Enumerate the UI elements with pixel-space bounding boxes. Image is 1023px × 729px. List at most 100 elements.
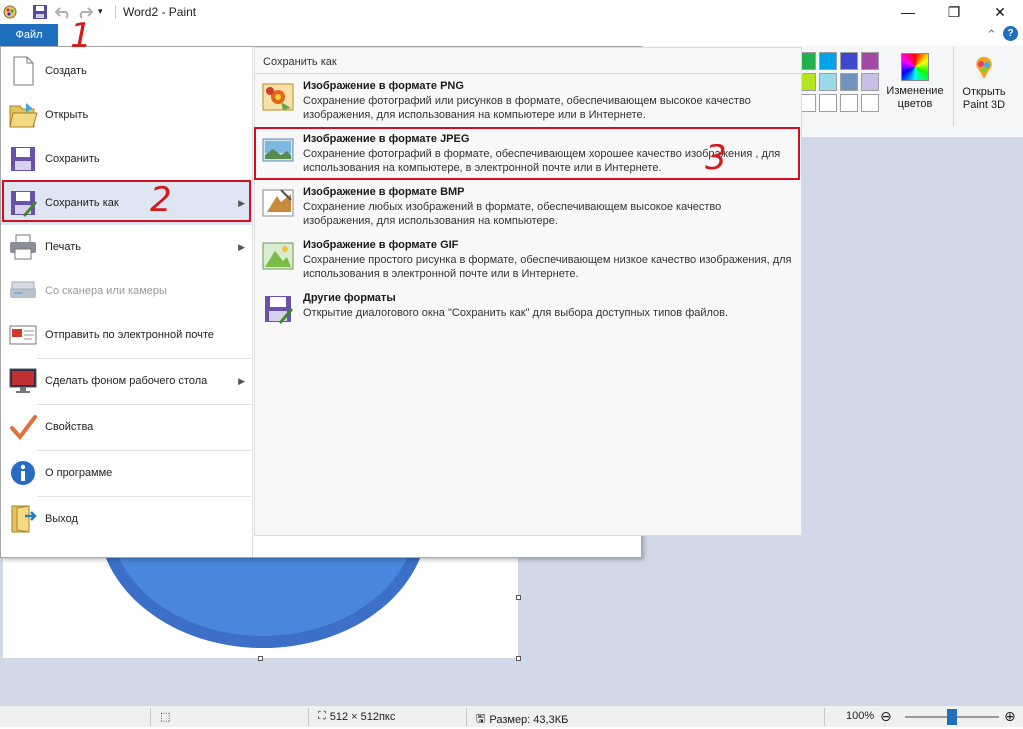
checkmark-icon xyxy=(7,411,39,443)
save-icon[interactable] xyxy=(32,4,48,20)
color-swatch[interactable] xyxy=(840,94,858,112)
format-description: Открытие диалогового окна "Сохранить как… xyxy=(303,307,729,319)
format-description: Сохранение фотографий или рисунков в фор… xyxy=(303,95,751,121)
menu-item-exit[interactable]: Выход xyxy=(1,497,253,541)
scanner-icon xyxy=(7,275,39,307)
ribbon-tab-bar xyxy=(0,24,1023,46)
minimize-button[interactable]: — xyxy=(885,0,931,24)
customize-dropdown-icon[interactable]: ▾ xyxy=(98,6,114,22)
menu-item-label: Отправить по электронной почте xyxy=(45,329,214,341)
paint-app-icon[interactable] xyxy=(2,4,18,20)
color-palette xyxy=(798,52,884,122)
menu-item-label: Выход xyxy=(45,513,78,525)
color-swatch[interactable] xyxy=(861,52,879,70)
file-menu: Создать Открыть Сохранить Сохранить как … xyxy=(0,46,803,558)
close-button[interactable]: ✕ xyxy=(977,0,1023,24)
status-separator xyxy=(150,708,151,726)
format-title: Изображение в формате PNG xyxy=(303,80,464,92)
menu-item-new[interactable]: Создать xyxy=(1,49,253,93)
color-swatch[interactable] xyxy=(819,94,837,112)
printer-icon xyxy=(7,231,39,263)
color-swatch[interactable] xyxy=(819,73,837,91)
zoom-in-button[interactable]: ⊕ xyxy=(1004,708,1016,725)
color-swatch[interactable] xyxy=(819,52,837,70)
resize-handle-bottom[interactable] xyxy=(258,656,263,661)
color-swatch[interactable] xyxy=(840,52,858,70)
zoom-slider-thumb[interactable] xyxy=(947,709,957,725)
color-wheel-icon xyxy=(901,53,929,81)
undo-icon[interactable] xyxy=(54,4,71,20)
color-swatch[interactable] xyxy=(840,73,858,91)
title-bar: ▾ Word2 - Paint — ❐ ✕ xyxy=(0,0,1023,24)
title-separator xyxy=(115,5,116,19)
menu-item-label: Печать xyxy=(45,241,82,253)
paint3d-icon xyxy=(970,54,998,82)
bmp-format-icon xyxy=(261,186,295,220)
help-icon[interactable]: ? xyxy=(1003,26,1018,41)
edit-colors-label: Изменение цветов xyxy=(886,85,944,110)
menu-item-scanner[interactable]: Со сканера или камеры xyxy=(1,269,253,313)
color-swatch[interactable] xyxy=(861,94,879,112)
submenu-arrow-icon: ▶ xyxy=(238,375,245,386)
resize-handle-right[interactable] xyxy=(516,595,521,600)
zoom-level: 100% xyxy=(846,710,875,722)
maximize-button[interactable]: ❐ xyxy=(931,0,977,24)
window-title: Word2 - Paint xyxy=(123,5,197,19)
resize-handle-corner[interactable] xyxy=(516,656,521,661)
other-formats-icon xyxy=(261,292,295,326)
menu-item-email[interactable]: Отправить по электронной почте xyxy=(1,313,253,357)
format-option-other[interactable]: Другие форматы Открытие диалогового окна … xyxy=(261,288,797,340)
zoom-out-button[interactable]: ⊖ xyxy=(880,708,892,725)
format-description: Сохранение простого рисунка в формате, о… xyxy=(303,254,792,280)
menu-item-label: Сделать фоном рабочего стола xyxy=(45,375,208,387)
info-icon xyxy=(7,457,39,489)
menu-item-label: Со сканера или камеры xyxy=(45,285,167,297)
gif-format-icon xyxy=(261,239,295,273)
menu-item-about[interactable]: О программе xyxy=(1,451,253,495)
email-icon xyxy=(7,319,39,351)
image-dimensions: ⛶ 512 × 512пкс xyxy=(318,710,395,723)
menu-item-properties[interactable]: Свойства xyxy=(1,405,253,449)
format-description: Сохранение любых изображений в формате, … xyxy=(303,201,722,227)
format-option-bmp[interactable]: Изображение в формате BMP Сохранение любы… xyxy=(261,182,797,234)
open-paint3d-button[interactable]: Открыть Paint 3D xyxy=(955,50,1013,132)
save-as-panel: Сохранить как Изображение в формате PNG С… xyxy=(254,47,803,536)
dimensions-icon: ⛶ xyxy=(318,710,326,722)
format-title: Изображение в формате GIF xyxy=(303,239,459,251)
submenu-arrow-icon: ▶ xyxy=(238,241,245,252)
menu-item-save[interactable]: Сохранить xyxy=(1,137,253,181)
status-separator xyxy=(308,708,309,726)
status-separator xyxy=(466,708,467,726)
annotation-step-2: 2 xyxy=(150,180,172,220)
edit-colors-button[interactable]: Изменение цветов xyxy=(880,50,950,132)
chevron-up-icon[interactable]: ⌃ xyxy=(986,27,997,43)
annotation-step-3: 3 xyxy=(705,138,727,178)
menu-item-open[interactable]: Открыть xyxy=(1,93,253,137)
annotation-box-save-as xyxy=(2,180,251,222)
color-swatch[interactable] xyxy=(861,73,879,91)
ribbon-separator xyxy=(953,46,954,126)
save-as-heading: Сохранить как xyxy=(255,48,803,74)
format-option-gif[interactable]: Изображение в формате GIF Сохранение прос… xyxy=(261,235,797,287)
menu-item-label: Свойства xyxy=(45,421,94,433)
status-bar: ⬚ ⛶ 512 × 512пкс 🖫 Размер: 43,3КБ 100% ⊖ ⊕ xyxy=(0,705,1023,727)
format-title: Изображение в формате BMP xyxy=(303,186,465,198)
annotation-step-1: 1 xyxy=(70,16,92,56)
status-separator xyxy=(824,708,825,726)
format-option-png[interactable]: Изображение в формате PNG Сохранение фото… xyxy=(261,76,797,128)
file-tab[interactable]: Файл xyxy=(0,24,58,46)
menu-item-label: Сохранить xyxy=(45,153,100,165)
selection-size-icon: ⬚ xyxy=(160,711,171,723)
menu-item-print[interactable]: Печать ▶ xyxy=(1,225,253,269)
open-paint3d-label: Открыть Paint 3D xyxy=(962,86,1006,111)
open-folder-icon xyxy=(7,99,39,131)
file-size: 🖫 Размер: 43,3КБ xyxy=(476,710,568,729)
save-icon xyxy=(7,143,39,175)
menu-item-label: О программе xyxy=(45,467,113,479)
file-size-text: Размер: 43,3КБ xyxy=(489,713,569,726)
menu-item-label: Открыть xyxy=(45,109,89,121)
png-format-icon xyxy=(261,80,295,114)
dimensions-text: 512 × 512пкс xyxy=(329,710,396,723)
file-menu-commands: Создать Открыть Сохранить Сохранить как … xyxy=(1,47,253,557)
menu-item-desktop-background[interactable]: Сделать фоном рабочего стола ▶ xyxy=(1,359,253,403)
